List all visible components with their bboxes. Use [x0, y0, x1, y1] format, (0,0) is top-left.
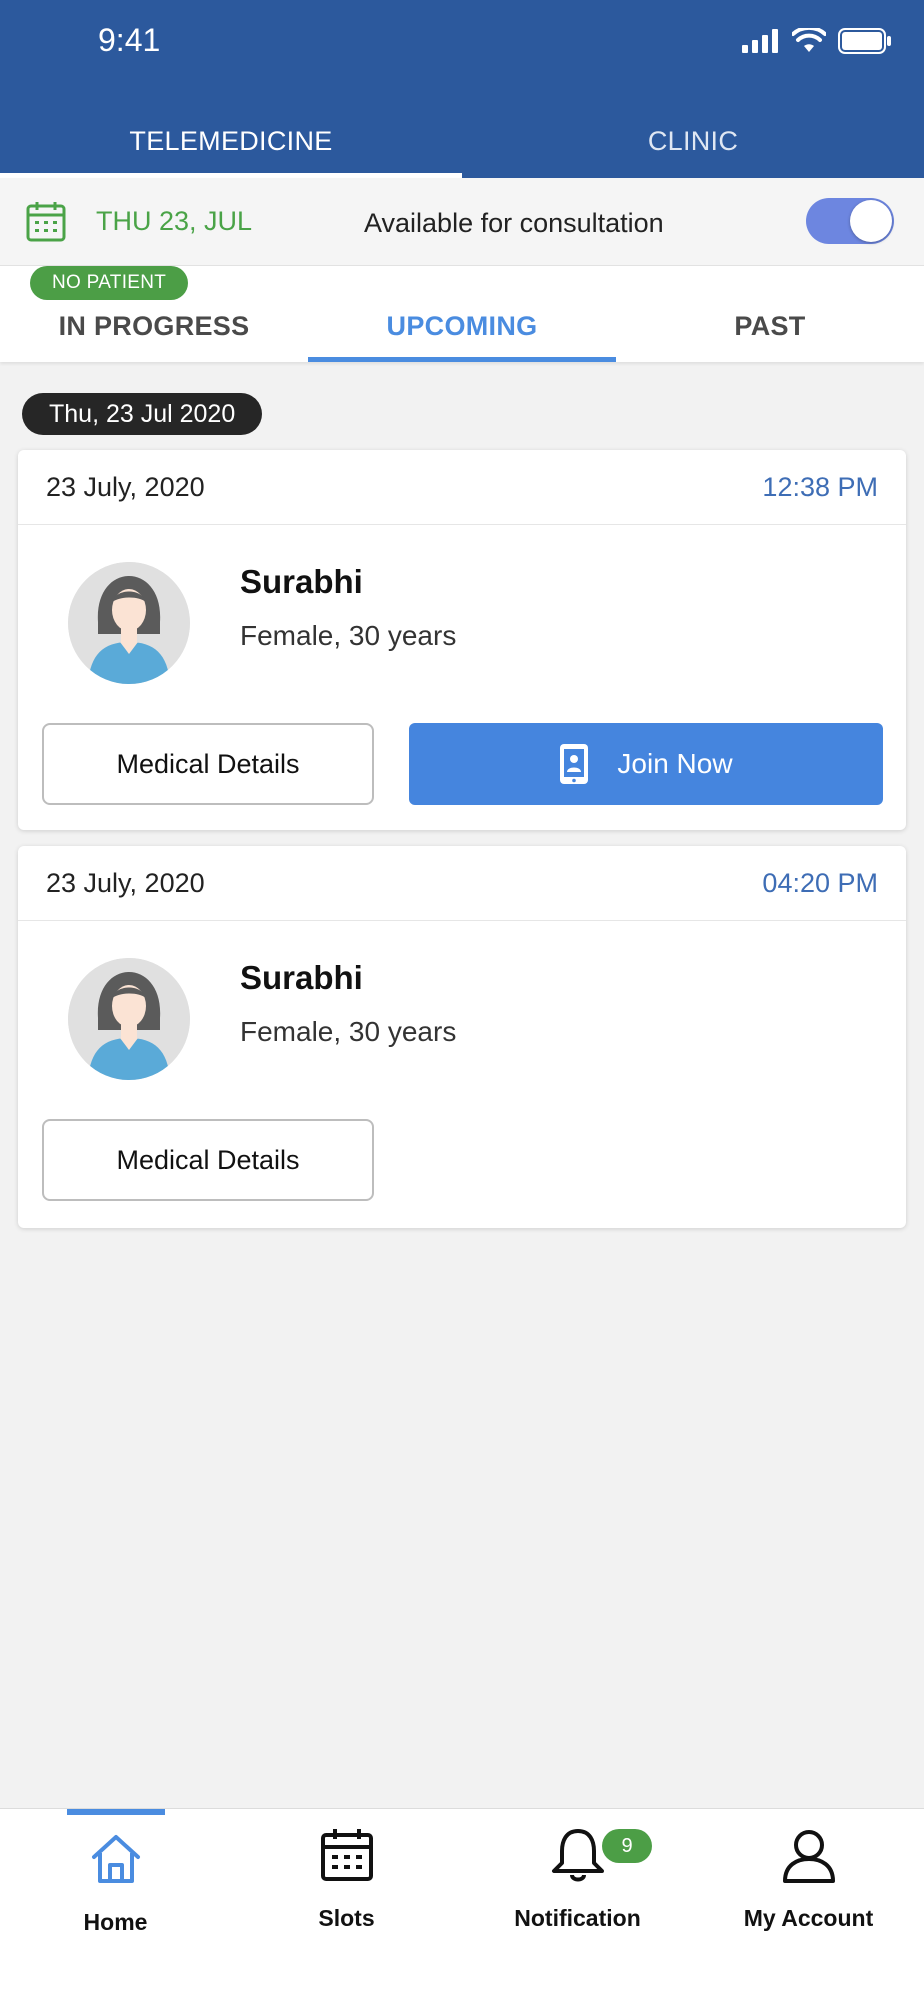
- patient-avatar: [68, 562, 190, 684]
- user-icon: [782, 1830, 835, 1883]
- consultation-tabs: NO PATIENT IN PROGRESS UPCOMING PAST: [0, 266, 924, 362]
- tab-telemedicine[interactable]: TELEMEDICINE: [0, 108, 462, 178]
- tab-past[interactable]: PAST: [616, 266, 924, 362]
- home-icon: [91, 1835, 140, 1883]
- appointment-time: 12:38 PM: [762, 472, 878, 502]
- nav-my-account[interactable]: My Account: [693, 1809, 924, 2000]
- status-icons: [742, 26, 892, 56]
- app-header: 9:41 TELEMEDICINE CLINIC: [0, 0, 924, 178]
- appointment-card: 23 July, 2020 04:20 PM Surabhi Female, 3…: [18, 846, 906, 1228]
- video-call-icon: [560, 744, 589, 784]
- tab-past-label: PAST: [734, 310, 806, 341]
- date-group-chip: Thu, 23 Jul 2020: [22, 393, 263, 435]
- medical-details-button[interactable]: Medical Details: [42, 723, 374, 805]
- patient-name: Surabhi: [240, 563, 363, 600]
- tab-telemedicine-label: TELEMEDICINE: [129, 126, 333, 156]
- top-tabs: TELEMEDICINE CLINIC: [0, 108, 924, 178]
- join-now-button[interactable]: Join Now: [409, 723, 883, 805]
- no-patient-badge: NO PATIENT: [30, 266, 189, 300]
- tab-clinic-label: CLINIC: [647, 126, 739, 156]
- medical-details-label: Medical Details: [116, 748, 300, 779]
- patient-meta: Female, 30 years: [240, 1016, 457, 1047]
- nav-slots-label: Slots: [318, 1905, 375, 1931]
- availability-toggle[interactable]: [806, 198, 894, 244]
- tab-clinic[interactable]: CLINIC: [462, 108, 924, 178]
- patient-name: Surabhi: [240, 959, 363, 996]
- appointment-date: 23 July, 2020: [46, 472, 205, 502]
- join-now-label: Join Now: [617, 748, 733, 779]
- bottom-nav: Home Slots 9 Notification My Account: [0, 1808, 924, 2000]
- appointment-card: 23 July, 2020 12:38 PM Surabhi Female, 3…: [18, 450, 906, 830]
- tab-in-progress-label: IN PROGRESS: [58, 310, 250, 341]
- calendar-icon: [320, 1829, 373, 1881]
- bell-icon: [551, 1829, 604, 1882]
- appointment-time: 04:20 PM: [762, 868, 878, 898]
- tab-upcoming-label: UPCOMING: [386, 310, 538, 341]
- patient-meta: Female, 30 years: [240, 620, 457, 651]
- appointment-card-header: 23 July, 2020 12:38 PM: [18, 450, 906, 525]
- signal-icon: [742, 29, 778, 53]
- wifi-icon: [792, 28, 826, 52]
- nav-notification-label: Notification: [514, 1905, 641, 1931]
- medical-details-label: Medical Details: [116, 1144, 300, 1175]
- nav-slots[interactable]: Slots: [231, 1809, 462, 2000]
- patient-avatar: [68, 958, 190, 1080]
- tab-active-indicator: [308, 357, 616, 362]
- female-avatar-icon: [68, 958, 190, 1080]
- appointment-date: 23 July, 2020: [46, 868, 205, 898]
- medical-details-button[interactable]: Medical Details: [42, 1119, 374, 1201]
- status-time: 9:41: [98, 22, 161, 58]
- status-bar: 9:41: [0, 0, 924, 80]
- toggle-knob: [850, 200, 892, 242]
- notification-count-badge: 9: [602, 1829, 652, 1863]
- availability-date[interactable]: THU 23, JUL: [96, 206, 252, 237]
- availability-label: Available for consultation: [364, 208, 664, 238]
- nav-home[interactable]: Home: [0, 1809, 231, 2000]
- nav-active-indicator: [67, 1809, 165, 1815]
- appointment-card-header: 23 July, 2020 04:20 PM: [18, 846, 906, 921]
- battery-icon: [838, 28, 891, 54]
- female-avatar-icon: [68, 562, 190, 684]
- tab-in-progress[interactable]: NO PATIENT IN PROGRESS: [0, 266, 308, 362]
- tab-upcoming[interactable]: UPCOMING: [308, 266, 616, 362]
- nav-home-label: Home: [83, 1909, 148, 1935]
- calendar-icon[interactable]: [26, 200, 66, 242]
- nav-my-account-label: My Account: [743, 1905, 874, 1931]
- availability-bar: THU 23, JUL Available for consultation: [0, 178, 924, 266]
- nav-notification[interactable]: 9 Notification: [462, 1809, 693, 2000]
